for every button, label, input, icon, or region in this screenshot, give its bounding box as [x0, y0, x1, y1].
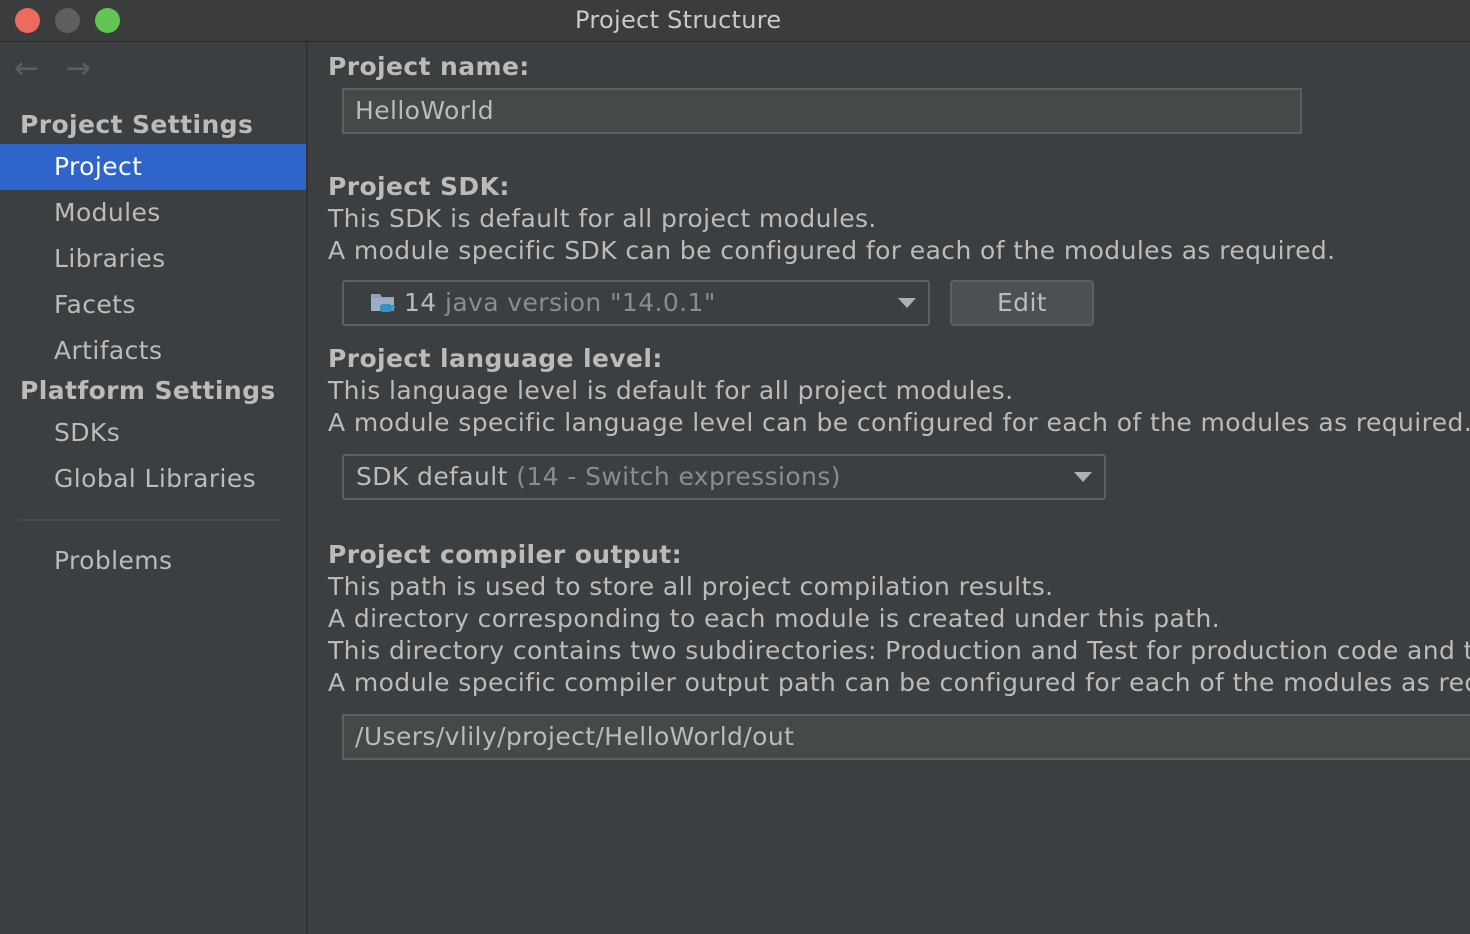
project-sdk-description-1: This SDK is default for all project modu… [328, 204, 877, 233]
compiler-output-label: Project compiler output: [328, 540, 683, 569]
edit-sdk-button[interactable]: Edit [950, 280, 1094, 326]
compiler-output-description-1: This path is used to store all project c… [328, 572, 1054, 601]
chevron-down-icon [898, 298, 916, 308]
sidebar-item-global-libraries[interactable]: Global Libraries [0, 456, 306, 502]
project-structure-window: Project Structure ← → Project Settings P… [0, 0, 1470, 934]
project-settings-panel: Project name: HelloWorld Project SDK: Th… [308, 42, 1470, 934]
title-bar: Project Structure [0, 0, 1470, 42]
project-name-label: Project name: [328, 52, 530, 81]
project-sdk-label: Project SDK: [328, 172, 510, 201]
project-sdk-value: 14 [404, 288, 437, 317]
compiler-output-description-2: A directory corresponding to each module… [328, 604, 1221, 633]
sidebar-item-libraries[interactable]: Libraries [0, 236, 306, 282]
forward-arrow-icon[interactable]: → [66, 54, 91, 84]
project-sdk-hint: java version "14.0.1" [444, 288, 716, 317]
compiler-output-path-field[interactable]: /Users/vlily/project/HelloWorld/out [342, 714, 1470, 760]
sidebar: ← → Project Settings Project Modules Lib… [0, 42, 308, 934]
sidebar-item-sdks[interactable]: SDKs [0, 410, 306, 456]
back-arrow-icon[interactable]: ← [14, 54, 39, 84]
folder-java-icon [370, 286, 398, 312]
language-level-label: Project language level: [328, 344, 663, 373]
sidebar-item-problems[interactable]: Problems [0, 538, 306, 584]
sidebar-item-project[interactable]: Project [0, 144, 306, 190]
chevron-down-icon [1074, 472, 1092, 482]
language-level-value: SDK default [356, 462, 508, 491]
project-sdk-description-2: A module specific SDK can be configured … [328, 236, 1336, 265]
sidebar-item-artifacts[interactable]: Artifacts [0, 328, 306, 374]
platform-settings-header: Platform Settings [20, 376, 276, 405]
compiler-output-description-3: This directory contains two subdirectori… [328, 636, 1470, 665]
language-level-hint: (14 - Switch expressions) [516, 462, 841, 491]
project-settings-header: Project Settings [20, 110, 254, 139]
language-level-dropdown[interactable]: SDK default (14 - Switch expressions) [342, 454, 1106, 500]
compiler-output-description-4: A module specific compiler output path c… [328, 668, 1470, 697]
sidebar-item-facets[interactable]: Facets [0, 282, 306, 328]
language-level-description-2: A module specific language level can be … [328, 408, 1470, 437]
language-level-description-1: This language level is default for all p… [328, 376, 1014, 405]
window-title: Project Structure [575, 6, 782, 34]
project-name-field[interactable]: HelloWorld [342, 88, 1302, 134]
sidebar-divider [20, 519, 282, 521]
sidebar-item-modules[interactable]: Modules [0, 190, 306, 236]
project-sdk-dropdown[interactable]: 14 java version "14.0.1" [342, 280, 930, 326]
